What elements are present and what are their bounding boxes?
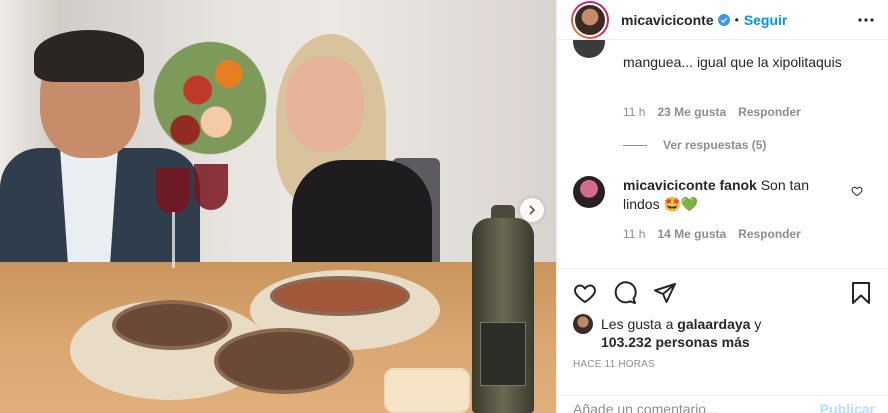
likes-prefix: Les gusta a: [601, 316, 678, 332]
liker-username[interactable]: galaardaya: [677, 316, 750, 332]
author-avatar[interactable]: [571, 0, 609, 39]
comment-avatar[interactable]: [573, 40, 605, 58]
comment-input[interactable]: [573, 401, 803, 413]
plate-left: [112, 300, 232, 350]
post-timestamp[interactable]: HACE 11 HORAS: [573, 359, 655, 370]
reply-button[interactable]: Responder: [738, 227, 801, 241]
wine-glass-left: [156, 168, 190, 214]
view-replies-button[interactable]: Ver respuestas (5): [623, 138, 766, 152]
comments-list[interactable]: manguea... igual que la xipolitaquis 11 …: [557, 40, 888, 268]
likes-text: Les gusta a galaardaya y 103.232 persona…: [601, 315, 811, 351]
chevron-right-icon: [529, 205, 536, 215]
bookmark-icon[interactable]: [849, 281, 873, 305]
replies-line: [623, 144, 647, 146]
action-icons: [573, 281, 873, 305]
share-paper-plane-icon[interactable]: [653, 281, 677, 305]
comment-meta: 11 h 14 Me gusta Responder: [623, 227, 801, 241]
view-replies-label: Ver respuestas (5): [663, 138, 767, 152]
wine-glass-right: [194, 164, 228, 210]
post-sidebar: micaviciconte • Seguir manguea... igual …: [556, 0, 888, 413]
plate-right: [270, 276, 410, 316]
publish-button[interactable]: Publicar: [820, 401, 875, 413]
reply-button[interactable]: Responder: [738, 105, 801, 119]
likes-others[interactable]: 103.232 personas más: [601, 334, 750, 350]
more-horizontal-icon[interactable]: [858, 12, 874, 28]
candle-holder: [384, 368, 470, 413]
comment-time[interactable]: 11 h: [623, 227, 645, 241]
comment-likes[interactable]: 14 Me gusta: [657, 227, 726, 241]
next-photo-button[interactable]: [520, 198, 544, 222]
plate-center: [214, 328, 354, 394]
post-header: micaviciconte • Seguir: [557, 0, 888, 40]
post-photo[interactable]: [0, 0, 556, 413]
comment-time[interactable]: 11 h: [623, 105, 645, 119]
liker-avatar[interactable]: [573, 314, 593, 334]
comment-avatar[interactable]: [573, 176, 605, 208]
comment-meta: 11 h 23 Me gusta Responder: [623, 105, 801, 119]
comment-body: micaviciconte fanok Son tan lindos 🤩💚: [623, 176, 845, 214]
comment-username[interactable]: micaviciconte fanok: [623, 177, 757, 193]
likes-connector: y: [750, 316, 762, 332]
heart-icon[interactable]: [573, 281, 597, 305]
comment-likes[interactable]: 23 Me gusta: [657, 105, 726, 119]
comment-bubble-icon[interactable]: [613, 281, 637, 305]
add-comment-bar: Publicar: [557, 395, 888, 413]
verified-badge-icon: [717, 13, 730, 26]
author-username[interactable]: micaviciconte: [621, 12, 714, 28]
separator-dot: •: [734, 12, 739, 27]
follow-button[interactable]: Seguir: [744, 12, 788, 28]
comment-text: manguea... igual que la xipolitaquis: [623, 54, 842, 70]
like-comment-heart-icon[interactable]: [851, 185, 863, 197]
wine-bottle-label: [480, 322, 526, 386]
post-actions: Les gusta a galaardaya y 103.232 persona…: [557, 268, 888, 413]
